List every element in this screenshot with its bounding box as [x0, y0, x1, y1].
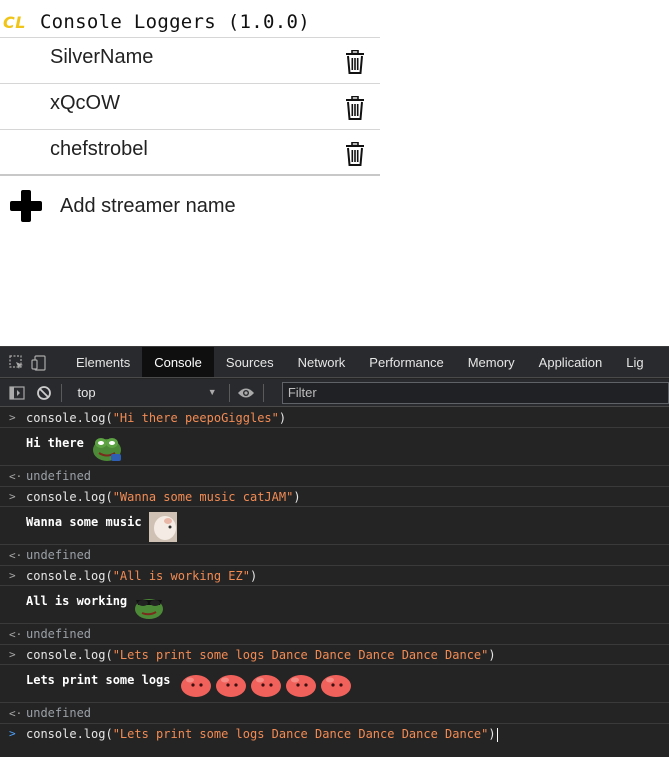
dance-emote: [251, 675, 281, 697]
console-command: console.log("Wanna some music catJAM"): [26, 490, 301, 504]
streamer-row: SilverName: [0, 38, 380, 84]
streamer-row: xQcOW: [0, 84, 380, 130]
console-output-line: Wanna some music: [0, 507, 669, 545]
log-output-text: Lets print some logs: [26, 673, 178, 687]
tab-elements[interactable]: Elements: [64, 347, 142, 377]
streamer-name: xQcOW: [50, 92, 120, 114]
result-value: undefined: [26, 627, 92, 641]
input-prompt-icon: >: [9, 569, 16, 582]
streamer-list: SilverName xQcOW chefstrobel: [0, 37, 380, 176]
console-command: console.log("Hi there peepoGiggles"): [26, 411, 287, 425]
result-value: undefined: [26, 706, 92, 720]
console-log-area: > console.log("Hi there peepoGiggles") H…: [0, 408, 669, 757]
dance-emote: [181, 675, 211, 697]
trash-icon[interactable]: [344, 96, 366, 120]
add-streamer-label: Add streamer name: [60, 194, 236, 217]
result-value: undefined: [26, 469, 92, 483]
input-prompt-icon: >: [9, 490, 16, 503]
tab-memory[interactable]: Memory: [456, 347, 527, 377]
streamer-name: SilverName: [50, 46, 154, 68]
result-arrow-icon: <·: [9, 549, 23, 562]
dance-emote: [216, 675, 246, 697]
dance-emote: [321, 675, 351, 697]
popup-title: Console Loggers (1.0.0): [39, 11, 310, 33]
clear-console-icon[interactable]: [33, 377, 54, 408]
context-selector-value: top: [77, 385, 96, 400]
console-input-line: > console.log("Hi there peepoGiggles"): [0, 408, 669, 428]
console-current-command[interactable]: console.log("Lets print some logs Dance …: [26, 724, 498, 744]
log-output-text: Hi there: [26, 436, 92, 450]
device-toolbar-icon[interactable]: [28, 347, 50, 378]
console-input-line: > console.log("Lets print some logs Danc…: [0, 645, 669, 665]
log-output-text: Wanna some music: [26, 515, 149, 529]
devtools-panel: Elements Console Sources Network Perform…: [0, 346, 669, 757]
toolbar-divider: [60, 383, 62, 402]
toolbar-divider: [228, 383, 230, 402]
console-command: console.log("Lets print some logs Dance …: [26, 648, 496, 662]
add-streamer-button[interactable]: Add streamer name: [0, 186, 236, 226]
streamer-name: chefstrobel: [50, 138, 148, 160]
result-value: undefined: [26, 548, 92, 562]
devtools-tabbar: Elements Console Sources Network Perform…: [0, 347, 669, 378]
trash-icon[interactable]: [344, 142, 366, 166]
console-output-line: All is working: [0, 586, 669, 624]
tab-performance[interactable]: Performance: [357, 347, 455, 377]
console-input-line: > console.log("Wanna some music catJAM"): [0, 487, 669, 507]
console-command: console.log("All is working EZ"): [26, 569, 258, 583]
app-logo: CL: [3, 12, 26, 32]
log-output-text: All is working: [26, 594, 135, 608]
context-selector[interactable]: top ▼: [78, 382, 223, 404]
input-prompt-icon: >: [9, 411, 16, 424]
console-prompt-input[interactable]: > console.log("Lets print some logs Danc…: [0, 724, 669, 744]
input-prompt-icon: >: [9, 648, 16, 661]
tab-lighthouse[interactable]: Lig: [614, 347, 655, 377]
dance-emote: [286, 675, 316, 697]
trash-icon[interactable]: [344, 50, 366, 74]
console-input-line: > console.log("All is working EZ"): [0, 566, 669, 586]
tab-console[interactable]: Console: [142, 347, 214, 377]
toolbar-divider: [262, 383, 264, 402]
console-output-line: Lets print some logs: [0, 665, 669, 703]
tab-network[interactable]: Network: [286, 347, 358, 377]
extension-popup: CL Console Loggers (1.0.0) SilverName xQ…: [0, 0, 669, 346]
tab-application[interactable]: Application: [527, 347, 615, 377]
dropdown-arrow-icon: ▼: [207, 386, 217, 397]
cat-jam-emote: [149, 512, 177, 542]
plus-icon: [10, 190, 42, 222]
inspect-element-icon[interactable]: [6, 347, 28, 378]
tab-sources[interactable]: Sources: [214, 347, 286, 377]
ez-emote: [135, 599, 163, 619]
text-caret: [496, 727, 498, 742]
popup-header: CL Console Loggers (1.0.0): [0, 8, 310, 36]
active-prompt-icon: >: [9, 727, 16, 740]
console-result-line: <· undefined: [0, 545, 669, 566]
peepo-giggles-emote: [93, 438, 121, 461]
filter-input[interactable]: [281, 381, 669, 404]
result-arrow-icon: <·: [9, 470, 23, 483]
console-result-line: <· undefined: [0, 703, 669, 724]
live-expression-eye-icon[interactable]: [236, 377, 257, 408]
console-toolbar: top ▼: [0, 379, 669, 407]
sidebar-toggle-icon[interactable]: [6, 377, 27, 408]
console-output-line: Hi there: [0, 428, 669, 466]
console-result-line: <· undefined: [0, 624, 669, 645]
result-arrow-icon: <·: [9, 628, 23, 641]
streamer-row: chefstrobel: [0, 130, 380, 176]
result-arrow-icon: <·: [9, 707, 23, 720]
console-result-line: <· undefined: [0, 466, 669, 487]
